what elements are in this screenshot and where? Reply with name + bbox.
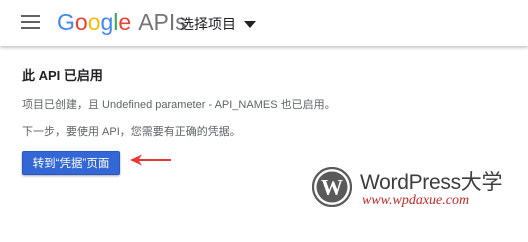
svg-text:W: W <box>321 175 343 200</box>
project-selector-label: 选择项目 <box>180 16 236 32</box>
go-to-credentials-button[interactable]: 转到“凭据”页面 <box>22 151 120 175</box>
project-selector[interactable]: 选择项目 <box>180 14 256 34</box>
page-title: 此 API 已启用 <box>22 68 103 83</box>
logo-letter: g <box>100 9 114 35</box>
wordpress-daxue-watermark: W WordPress大学 www.wpdaxue.com <box>312 160 522 216</box>
google-apis-logo[interactable]: Google APIs <box>57 8 187 36</box>
api-enabled-panel: 此 API 已启用 项目已创建，且 Undefined parameter - … <box>22 68 502 138</box>
wordpress-logo-icon: W <box>312 167 352 207</box>
top-app-bar: Google APIs 选择项目 <box>0 0 528 46</box>
logo-letter: e <box>118 9 132 35</box>
watermark-url: www.wpdaxue.com <box>362 193 470 208</box>
logo-letter: o <box>74 9 88 35</box>
hamburger-menu-icon[interactable] <box>21 14 40 29</box>
logo-letter: o <box>87 9 101 35</box>
google-wordmark: Google <box>57 9 131 35</box>
red-arrow-icon <box>130 154 171 166</box>
next-step-message: 下一步，要使用 API，您需要有正确的凭据。 <box>22 126 241 138</box>
logo-letter: G <box>57 9 75 35</box>
project-created-message: 项目已创建，且 Undefined parameter - API_NAMES … <box>22 99 336 111</box>
watermark-title: WordPress大学 <box>360 171 503 194</box>
caret-down-icon <box>244 20 256 28</box>
